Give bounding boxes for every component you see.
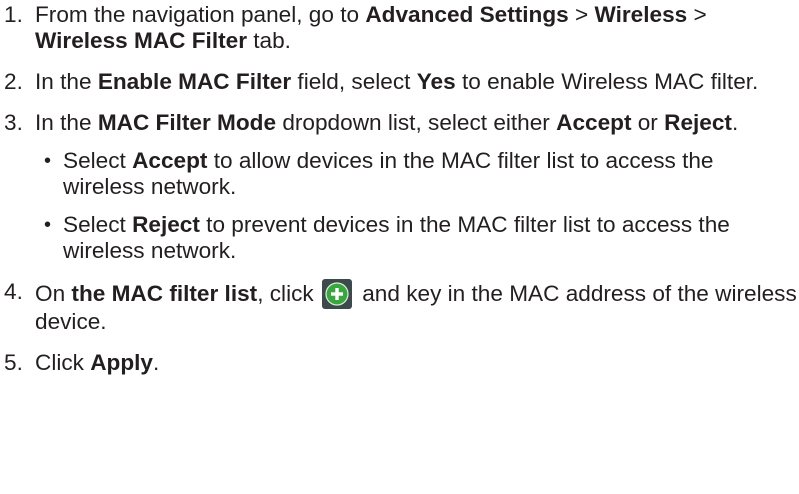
step-text: > (687, 2, 707, 27)
step-text: , click (257, 281, 320, 306)
step-number: 4. (4, 279, 23, 304)
step-number: 5. (4, 350, 23, 375)
bold-term: Yes (416, 69, 456, 94)
step-text: field, select (291, 69, 417, 94)
bold-term: Enable MAC Filter (97, 69, 292, 94)
bold-term: the MAC filter list (71, 281, 258, 306)
bullet-icon: • (44, 150, 52, 172)
step-body: From the navigation panel, go to Advance… (35, 2, 799, 54)
bold-term: Reject (132, 212, 200, 237)
step-body: In the Enable MAC Filter field, select Y… (35, 69, 799, 95)
bold-term: Advanced Settings (365, 2, 569, 27)
step-text: > (568, 2, 595, 27)
step-item: 1. From the navigation panel, go to Advan… (4, 2, 799, 54)
step-text: to enable Wireless MAC filter. (455, 69, 759, 94)
step-text: . (153, 350, 160, 375)
step-text: Select (63, 148, 133, 173)
step-text: In the (35, 110, 98, 135)
bold-term: Accept (132, 148, 208, 173)
step-text: Click (35, 350, 91, 375)
bullet-icon: • (44, 214, 52, 236)
step-item: 2. In the Enable MAC Filter field, select… (4, 69, 799, 95)
step-text: On (35, 281, 72, 306)
step-body: In the MAC Filter Mode dropdown list, se… (35, 110, 799, 136)
step-body: On the MAC filter list, click and key in… (35, 279, 799, 335)
bold-term: Wireless (594, 2, 688, 27)
step-number: 1. (4, 2, 23, 27)
step-text: . (731, 110, 739, 135)
bold-term: Accept (556, 110, 632, 135)
step-text: or (631, 110, 665, 135)
add-circle-icon (321, 279, 352, 309)
step-text: dropdown list, select either (276, 110, 557, 135)
step-text: Select (63, 212, 133, 237)
step-text: tab. (246, 28, 291, 53)
bold-term: Wireless MAC Filter (35, 28, 247, 53)
sub-list-item: • Select Accept to allow devices in the M… (35, 148, 799, 200)
step-text: From the navigation panel, go to (35, 2, 366, 27)
step-text: In the (35, 69, 98, 94)
bold-term: Reject (664, 110, 732, 135)
sub-list: • Select Accept to allow devices in the M… (35, 148, 799, 264)
sub-list-item: • Select Reject to prevent devices in the… (35, 212, 799, 264)
step-number: 2. (4, 69, 23, 94)
instruction-document: 1. From the navigation panel, go to Advan… (0, 0, 799, 494)
bold-term: Apply (90, 350, 153, 375)
step-number: 3. (4, 110, 23, 135)
step-item: 5. Click Apply. (4, 350, 799, 376)
step-item: 3. In the MAC Filter Mode dropdown list, … (4, 110, 799, 264)
bold-term: MAC Filter Mode (97, 110, 277, 135)
step-body: Click Apply. (35, 350, 799, 376)
step-item: 4. On the MAC filter list, click and key … (4, 279, 799, 335)
